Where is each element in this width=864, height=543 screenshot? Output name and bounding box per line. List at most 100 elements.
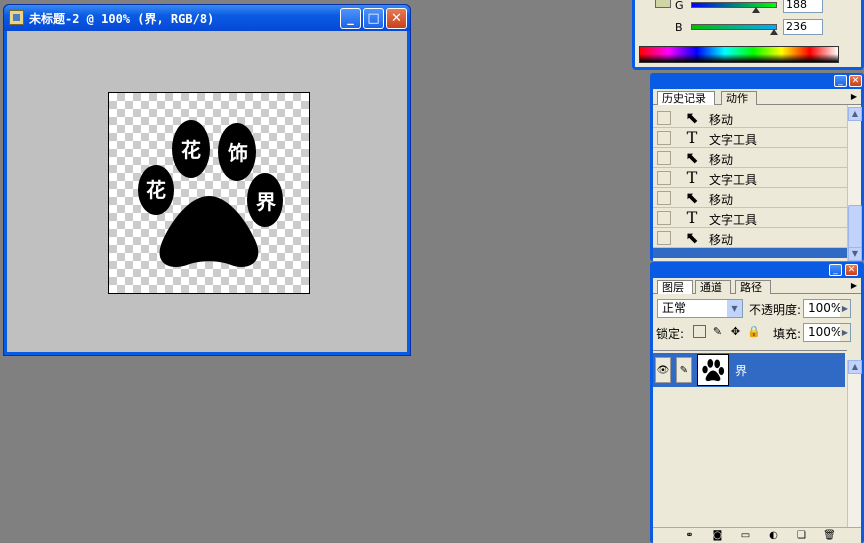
layer-thumbnail — [697, 354, 729, 386]
history-item-label: 移动 — [709, 233, 734, 247]
layer-thumbnail-paw — [702, 359, 725, 382]
channel-label-g: G — [675, 0, 684, 12]
history-tabs: 历史记录 动作 ▶ — [653, 89, 861, 105]
history-item-current[interactable] — [653, 248, 847, 258]
opacity-input[interactable]: 100% ▶ — [803, 299, 851, 318]
history-snapshot-checkbox[interactable] — [657, 131, 671, 145]
type-tool-icon: T — [686, 128, 698, 147]
divider — [653, 350, 847, 351]
trash-icon[interactable]: 🗑 — [823, 529, 836, 542]
tab-actions[interactable]: 动作 — [721, 91, 757, 105]
tab-history[interactable]: 历史记录 — [657, 91, 715, 105]
add-mask-icon[interactable]: ◙ — [711, 529, 724, 542]
layers-bottom-toolbar: ⚭ ◙ ▭ ◐ ❏ 🗑 — [653, 527, 861, 543]
history-item-label: 文字工具 — [709, 133, 758, 147]
layers-palette-titlebar[interactable]: _ ✕ — [650, 262, 864, 278]
chevron-right-icon[interactable]: ▶ — [840, 324, 850, 341]
lock-move-icon[interactable]: ✥ — [729, 325, 742, 338]
history-snapshot-checkbox[interactable] — [657, 211, 671, 225]
palette-menu-arrow-icon[interactable]: ▶ — [849, 280, 859, 291]
green-slider-thumb[interactable] — [752, 7, 760, 13]
history-palette-titlebar[interactable]: _ ✕ — [650, 73, 864, 89]
lock-brush-icon[interactable]: ✎ — [711, 325, 724, 338]
minimize-button[interactable]: _ — [340, 8, 361, 29]
move-icon: ⬉ — [685, 188, 699, 207]
move-icon: ⬉ — [685, 148, 699, 167]
adjustment-layer-icon[interactable]: ◐ — [767, 529, 780, 542]
photoshop-document-icon — [9, 10, 24, 25]
move-icon: ⬉ — [685, 108, 699, 127]
fill-value: 100% — [808, 325, 843, 339]
layers-minimize-button[interactable]: _ — [829, 264, 842, 276]
scroll-up-arrow-icon[interactable]: ▲ — [848, 360, 862, 374]
history-snapshot-checkbox[interactable] — [657, 111, 671, 125]
paw-print-artwork: 花 饰 花 界 — [138, 120, 283, 267]
scroll-up-arrow-icon[interactable]: ▲ — [848, 107, 862, 121]
layer-row[interactable]: 👁 ✎ 界 — [653, 353, 845, 387]
close-button[interactable]: ✕ — [386, 8, 407, 29]
blue-slider-track[interactable] — [691, 24, 777, 30]
history-item[interactable]: ⬉ 移动 — [653, 228, 847, 248]
blue-value-input[interactable]: 236 — [783, 19, 823, 35]
layers-scrollbar[interactable]: ▲ — [847, 360, 862, 527]
green-slider-track[interactable] — [691, 2, 777, 8]
fill-input[interactable]: 100% ▶ — [803, 323, 851, 342]
lock-transparency-icon[interactable] — [693, 325, 706, 338]
tab-layers[interactable]: 图层 — [657, 280, 693, 294]
maximize-button[interactable]: □ — [363, 8, 384, 29]
history-item-label: 移动 — [709, 193, 734, 207]
history-item[interactable]: T 文字工具 — [653, 168, 847, 188]
lock-label: 锁定: — [656, 327, 685, 341]
canvas-text-2: 饰 — [228, 141, 248, 165]
blue-slider-thumb[interactable] — [770, 29, 778, 35]
lock-all-icon[interactable]: 🔒 — [747, 325, 761, 338]
type-tool-icon: T — [686, 168, 698, 187]
paw-pad — [159, 196, 259, 267]
history-item-label: 文字工具 — [709, 213, 758, 227]
history-palette: _ ✕ 历史记录 动作 ▶ ⬉ 移动 T 文字工具 ⬉ 移动 T 文字工具 ⬉ … — [650, 73, 864, 261]
opacity-value: 100% — [808, 301, 843, 315]
history-minimize-button[interactable]: _ — [834, 75, 847, 87]
tab-paths[interactable]: 路径 — [735, 280, 771, 294]
layers-close-button[interactable]: ✕ — [845, 264, 858, 276]
history-item-label: 移动 — [709, 113, 734, 127]
history-list: ⬉ 移动 T 文字工具 ⬉ 移动 T 文字工具 ⬉ 移动 T 文字工具 ⬉ 移动 — [653, 106, 847, 258]
color-spectrum-ramp[interactable] — [639, 46, 839, 63]
chevron-right-icon[interactable]: ▶ — [840, 300, 850, 317]
background-color-swatch[interactable] — [655, 0, 671, 8]
scrollbar-thumb[interactable] — [848, 205, 862, 249]
brush-link-icon[interactable]: ✎ — [676, 357, 692, 383]
tab-channels[interactable]: 通道 — [695, 280, 731, 294]
history-snapshot-checkbox[interactable] — [657, 171, 671, 185]
eye-visibility-icon[interactable]: 👁 — [655, 357, 671, 383]
new-layer-icon[interactable]: ❏ — [795, 529, 808, 542]
opacity-label: 不透明度: — [749, 303, 802, 317]
scroll-down-arrow-icon[interactable]: ▼ — [848, 247, 862, 261]
history-snapshot-checkbox[interactable] — [657, 191, 671, 205]
history-snapshot-checkbox[interactable] — [657, 151, 671, 165]
history-item[interactable]: T 文字工具 — [653, 128, 847, 148]
new-group-icon[interactable]: ▭ — [739, 529, 752, 542]
link-layers-icon[interactable]: ⚭ — [683, 529, 696, 542]
layers-tabs: 图层 通道 路径 ▶ — [653, 278, 861, 294]
canvas-text-4: 界 — [256, 190, 276, 214]
history-scrollbar[interactable]: ▲ ▼ — [847, 105, 862, 261]
layers-palette: _ ✕ 图层 通道 路径 ▶ 正常 ▼ 不透明度: 100% ▶ 锁定: ✎ ✥… — [650, 262, 864, 543]
history-item[interactable]: ⬉ 移动 — [653, 148, 847, 168]
history-item[interactable]: ⬉ 移动 — [653, 108, 847, 128]
history-close-button[interactable]: ✕ — [849, 75, 862, 87]
fill-label: 填充: — [773, 327, 802, 341]
chevron-down-icon: ▼ — [727, 300, 742, 317]
history-snapshot-checkbox[interactable] — [657, 231, 671, 245]
document-titlebar[interactable]: 未标题-2 @ 100% (界, RGB/8) _ □ ✕ — [4, 5, 410, 31]
canvas-text-3: 花 — [146, 178, 166, 202]
document-window: 未标题-2 @ 100% (界, RGB/8) _ □ ✕ 花 饰 花 界 — [3, 4, 411, 356]
palette-menu-arrow-icon[interactable]: ▶ — [849, 91, 859, 102]
image-canvas[interactable]: 花 饰 花 界 — [108, 92, 310, 294]
history-item[interactable]: T 文字工具 — [653, 208, 847, 228]
move-icon: ⬉ — [685, 228, 699, 247]
history-item[interactable]: ⬉ 移动 — [653, 188, 847, 208]
green-value-input[interactable]: 188 — [783, 0, 823, 13]
history-item-label: 文字工具 — [709, 173, 758, 187]
blend-mode-select[interactable]: 正常 ▼ — [657, 299, 743, 318]
